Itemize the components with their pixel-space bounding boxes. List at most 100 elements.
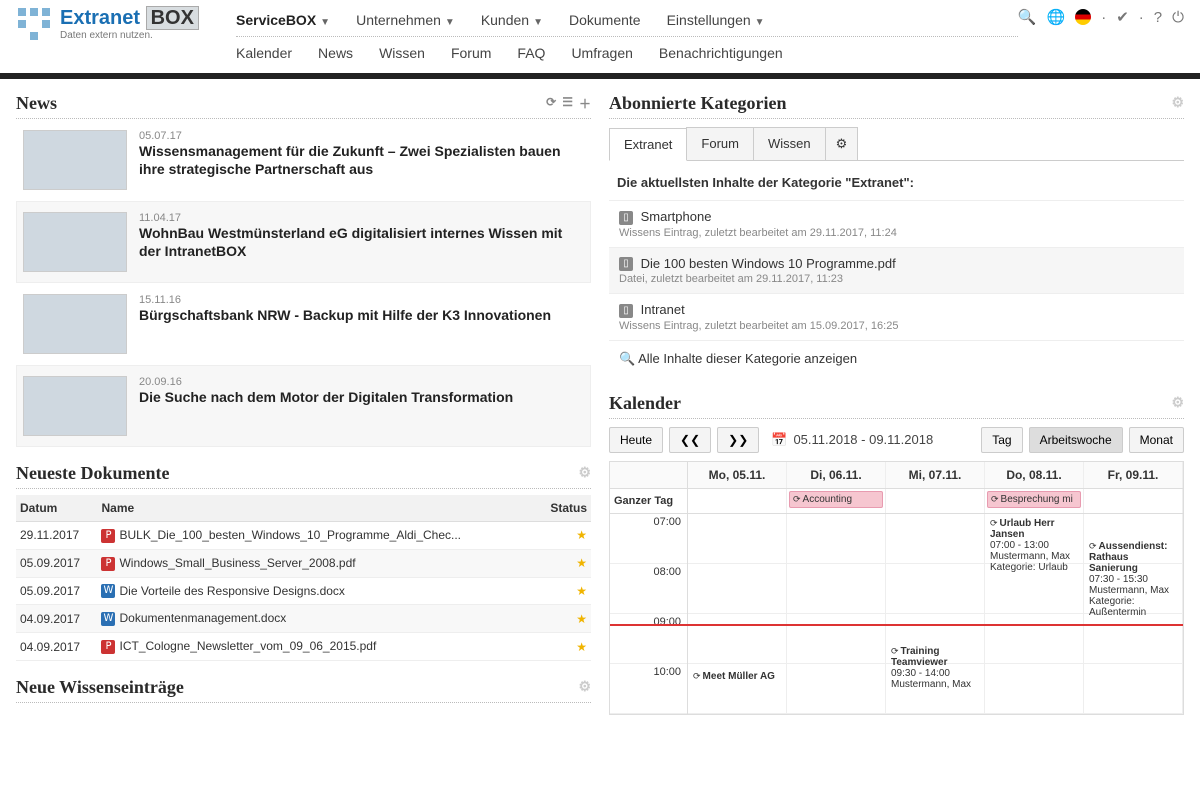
logo[interactable]: Extranet BOX Daten extern nutzen. — [16, 6, 236, 42]
search-icon[interactable]: 🔍 — [1018, 8, 1037, 26]
globe-icon[interactable]: 🌐 — [1047, 8, 1066, 26]
day-column[interactable]: ⟳Training Teamviewer09:30 - 14:00Musterm… — [886, 514, 985, 714]
day-column[interactable]: ⟳Meet Müller AG — [688, 514, 787, 714]
day-header: Di, 06.11. — [787, 462, 886, 488]
col-name[interactable]: Name — [97, 495, 537, 522]
logo-icon — [16, 6, 52, 42]
tab[interactable]: Forum — [686, 127, 754, 160]
gear-icon[interactable]: ⚙ — [1171, 95, 1184, 112]
table-row[interactable]: 04.09.2017𝖶Dokumentenmanagement.docx★ — [16, 605, 591, 633]
hour-label: 10:00 — [610, 664, 687, 714]
news-item[interactable]: 20.09.16Die Suche nach dem Motor der Dig… — [16, 365, 591, 447]
nav-item[interactable]: Kunden▼ — [481, 12, 543, 28]
nav-item[interactable]: Kalender — [236, 45, 292, 61]
news-date: 05.07.17 — [139, 130, 584, 142]
wissen-heading: Neue Wissenseinträge — [16, 677, 184, 698]
view-day-button[interactable]: Tag — [981, 427, 1022, 453]
nav-item[interactable]: ServiceBOX▼ — [236, 12, 330, 28]
news-heading: News — [16, 93, 57, 114]
star-icon[interactable]: ★ — [576, 584, 587, 598]
star-icon[interactable]: ★ — [576, 640, 587, 654]
table-row[interactable]: 29.11.2017𝖯BULK_Die_100_besten_Windows_1… — [16, 522, 591, 550]
prev-button[interactable]: ❮❮ — [669, 427, 711, 453]
news-item[interactable]: 05.07.17Wissensmanagement für die Zukunf… — [16, 119, 591, 201]
col-date[interactable]: Datum — [16, 495, 97, 522]
news-title: Bürgschaftsbank NRW - Backup mit Hilfe d… — [139, 306, 551, 324]
day-column[interactable]: ⟳Aussendienst: Rathaus Sanierung07:30 - … — [1084, 514, 1183, 714]
next-button[interactable]: ❯❯ — [717, 427, 759, 453]
docs-heading: Neueste Dokumente — [16, 463, 169, 484]
nav-item[interactable]: Einstellungen▼ — [667, 12, 765, 28]
file-icon: ▯ — [619, 211, 633, 225]
day-header: Mo, 05.11. — [688, 462, 787, 488]
table-row[interactable]: 05.09.2017𝖯Windows_Small_Business_Server… — [16, 549, 591, 577]
news-thumbnail — [23, 294, 127, 354]
refresh-icon[interactable]: ⟳ — [546, 95, 556, 112]
news-title: Die Suche nach dem Motor der Digitalen T… — [139, 388, 513, 406]
nav-item[interactable]: Forum — [451, 45, 491, 61]
nav-item[interactable]: Umfragen — [571, 45, 632, 61]
file-icon: ▯ — [619, 304, 633, 318]
separator: · — [1139, 9, 1144, 26]
news-date: 20.09.16 — [139, 376, 513, 388]
add-icon[interactable]: ＋ — [579, 95, 591, 112]
category-intro: Die aktuellsten Inhalte der Kategorie "E… — [609, 161, 1184, 200]
event-meeting[interactable]: ⟳Meet Müller AG — [690, 669, 784, 709]
documents-table: Datum Name Status 29.11.2017𝖯BULK_Die_10… — [16, 495, 591, 661]
categories-heading: Abonnierte Kategorien — [609, 93, 786, 114]
status-ok-icon[interactable]: ✔ — [1116, 8, 1129, 26]
news-thumbnail — [23, 130, 127, 190]
table-row[interactable]: 04.09.2017𝖯ICT_Cologne_Newsletter_vom_09… — [16, 633, 591, 661]
star-icon[interactable]: ★ — [576, 612, 587, 626]
gear-icon[interactable]: ⚙ — [1171, 395, 1184, 412]
file-icon: 𝖶 — [101, 584, 115, 598]
tab-settings-icon[interactable]: ⚙ — [825, 127, 859, 160]
hour-label: 08:00 — [610, 564, 687, 614]
col-status[interactable]: Status — [537, 495, 591, 522]
event-training[interactable]: ⟳Training Teamviewer09:30 - 14:00Musterm… — [888, 644, 982, 709]
allday-event[interactable]: ⟳Accounting — [789, 491, 883, 508]
nav-item[interactable]: Benachrichtigungen — [659, 45, 783, 61]
help-icon[interactable]: ? — [1154, 9, 1162, 26]
list-icon[interactable]: ☰ — [562, 95, 573, 112]
tab[interactable]: Wissen — [753, 127, 826, 160]
nav-item[interactable]: News — [318, 45, 353, 61]
view-week-button[interactable]: Arbeitswoche — [1029, 427, 1123, 453]
news-date: 15.11.16 — [139, 294, 551, 306]
news-item[interactable]: 15.11.16Bürgschaftsbank NRW - Backup mit… — [16, 283, 591, 365]
day-header: Mi, 07.11. — [886, 462, 985, 488]
allday-cell[interactable]: ⟳Besprechung mi — [985, 489, 1084, 513]
allday-cell[interactable]: ⟳Accounting — [787, 489, 886, 513]
day-column[interactable]: ⟳Urlaub Herr Jansen07:00 - 13:00Musterma… — [985, 514, 1084, 714]
list-item[interactable]: ▯ Die 100 besten Windows 10 Programme.pd… — [609, 248, 1184, 295]
event-urlaub[interactable]: ⟳Urlaub Herr Jansen07:00 - 13:00Musterma… — [987, 516, 1081, 636]
nav-item[interactable]: Wissen — [379, 45, 425, 61]
date-range[interactable]: 05.11.2018 - 09.11.2018 — [793, 432, 933, 447]
gear-icon[interactable]: ⚙ — [578, 679, 591, 696]
news-item[interactable]: 11.04.17WohnBau Westmünsterland eG digit… — [16, 201, 591, 283]
star-icon[interactable]: ★ — [576, 556, 587, 570]
nav-item[interactable]: Unternehmen▼ — [356, 12, 455, 28]
list-item[interactable]: ▯ SmartphoneWissens Eintrag, zuletzt bea… — [609, 201, 1184, 248]
file-icon: ▯ — [619, 257, 633, 271]
allday-cell[interactable] — [688, 489, 787, 513]
file-icon: 𝖯 — [101, 640, 115, 654]
list-item[interactable]: ▯ IntranetWissens Eintrag, zuletzt bearb… — [609, 294, 1184, 341]
view-month-button[interactable]: Monat — [1129, 427, 1184, 453]
separator: · — [1101, 9, 1106, 26]
star-icon[interactable]: ★ — [576, 528, 587, 542]
power-icon[interactable]: ⏻ — [1172, 9, 1184, 26]
nav-item[interactable]: Dokumente — [569, 12, 641, 28]
tab[interactable]: Extranet — [609, 128, 687, 161]
allday-cell[interactable] — [1084, 489, 1183, 513]
gear-icon[interactable]: ⚙ — [578, 465, 591, 482]
nav-item[interactable]: FAQ — [517, 45, 545, 61]
table-row[interactable]: 05.09.2017𝖶Die Vorteile des Responsive D… — [16, 577, 591, 605]
file-icon: 𝖶 — [101, 612, 115, 626]
today-button[interactable]: Heute — [609, 427, 663, 453]
allday-cell[interactable] — [886, 489, 985, 513]
day-column[interactable] — [787, 514, 886, 714]
allday-event[interactable]: ⟳Besprechung mi — [987, 491, 1081, 508]
show-all-link[interactable]: 🔍 Alle Inhalte dieser Kategorie anzeigen — [609, 341, 1184, 377]
language-flag-icon[interactable] — [1075, 9, 1091, 25]
